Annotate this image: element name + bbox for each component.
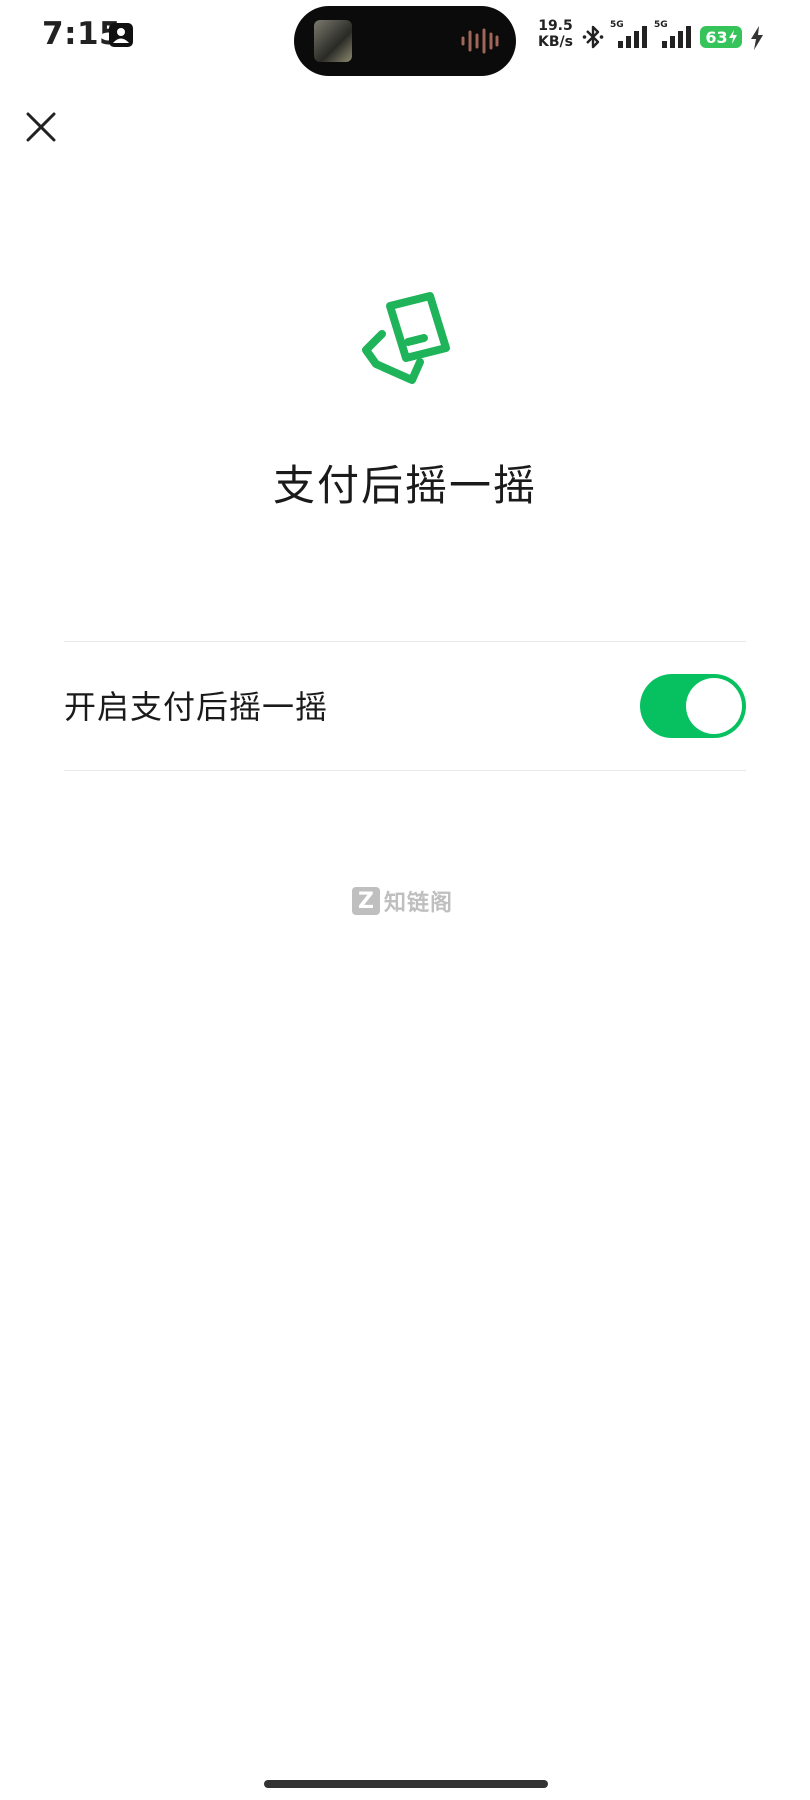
network-speed-unit: KB/s: [538, 34, 573, 50]
battery-level: 63: [705, 27, 728, 47]
toggle-knob: [686, 678, 742, 734]
signal-bars-icon: [662, 26, 691, 48]
network-speed-value: 19.5: [538, 18, 573, 34]
watermark-text: 知链阁: [384, 891, 454, 916]
bluetooth-icon: [582, 25, 604, 49]
album-art-thumbnail: [314, 20, 352, 62]
signal-bars-icon: [618, 26, 647, 48]
audio-waveform-icon: [461, 28, 499, 54]
charging-bolt-icon: [751, 26, 763, 50]
close-icon[interactable]: [22, 108, 60, 146]
home-indicator[interactable]: [264, 1780, 548, 1788]
setting-label: 开启支付后摇一摇: [64, 688, 329, 726]
charging-small-icon: [728, 30, 737, 44]
shake-after-pay-toggle[interactable]: [640, 674, 746, 738]
signal-sim1: 5G: [610, 20, 650, 50]
setting-row-shake-after-pay[interactable]: 开启支付后摇一摇: [64, 642, 746, 768]
divider-bottom: [64, 770, 746, 771]
watermark-logo-icon: Z: [352, 887, 380, 915]
shake-phone-icon: [362, 292, 450, 384]
watermark: Z 知链阁: [352, 884, 453, 918]
network-speed: 19.5 KB/s: [538, 18, 573, 50]
notification-app-icon: [109, 23, 133, 47]
signal-sim2: 5G: [654, 20, 694, 50]
battery-indicator: 63: [700, 26, 742, 48]
page-title: 支付后摇一摇: [272, 461, 537, 510]
